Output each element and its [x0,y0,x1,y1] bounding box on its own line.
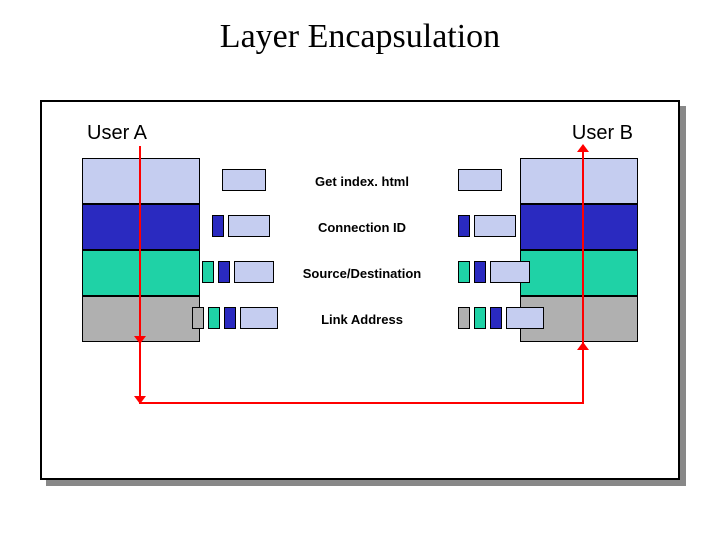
arrow-bottom-horizontal [139,402,584,404]
layer-network [82,250,200,296]
row-label-net: Source/Destination [282,266,442,281]
seg-transport-hdr [218,261,230,283]
page-title: Layer Encapsulation [0,18,720,56]
diagram-panel: User A User B Get index. html Connection… [40,100,680,480]
seg-payload [240,307,278,329]
seg-payload [474,215,516,237]
arrow-bottom-right-head [577,342,589,350]
seg-transport-hdr [458,215,470,237]
packet-right-1 [458,169,502,191]
seg-transport-hdr [490,307,502,329]
seg-network-hdr [458,261,470,283]
seg-transport-hdr [224,307,236,329]
packet-left-2 [212,215,270,237]
seg-transport-hdr [212,215,224,237]
arrow-up-b [582,152,584,344]
seg-payload [458,169,502,191]
stack-user-a [82,158,200,342]
packet-right-2 [458,215,516,237]
packet-left-1 [222,169,266,191]
arrow-bottom-right-leg [582,350,584,404]
arrow-up-b-head [577,144,589,152]
layer-transport [82,204,200,250]
endpoint-a-label: User A [87,122,147,145]
packet-left-4 [192,307,278,329]
seg-payload [506,307,544,329]
seg-link-hdr [192,307,204,329]
packet-right-3 [458,261,530,283]
packet-left-3 [202,261,274,283]
row-label-trans: Connection ID [282,220,442,235]
seg-payload [228,215,270,237]
arrow-bottom-left-leg [139,342,141,400]
packet-right-4 [458,307,544,329]
seg-payload [234,261,274,283]
seg-payload [222,169,266,191]
layer-transport [520,204,638,250]
layer-application [520,158,638,204]
seg-network-hdr [202,261,214,283]
seg-network-hdr [474,307,486,329]
row-label-app: Get index. html [282,174,442,189]
seg-payload [490,261,530,283]
seg-transport-hdr [474,261,486,283]
layer-network [520,250,638,296]
seg-network-hdr [208,307,220,329]
arrow-down-a [139,146,141,340]
endpoint-b-label: User B [572,122,633,145]
layer-application [82,158,200,204]
seg-link-hdr [458,307,470,329]
row-label-link: Link Address [282,312,442,327]
